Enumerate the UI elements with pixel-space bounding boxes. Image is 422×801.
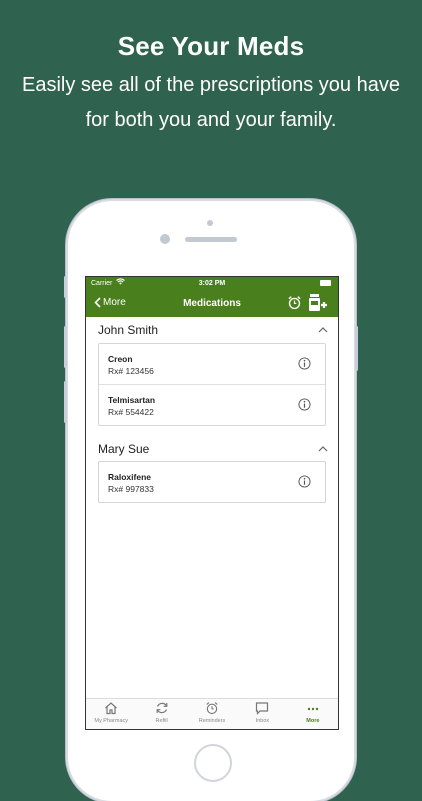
medication-row-creon[interactable]: Creon Rx# 123456 (99, 344, 325, 385)
tab-label: Reminders (198, 718, 226, 724)
phone-side-button (64, 276, 67, 298)
rx-number: Rx# 554422 (108, 407, 154, 417)
medication-row-telmisartan[interactable]: Telmisartan Rx# 554422 (99, 385, 325, 425)
promo-title: See Your Meds (117, 31, 305, 61)
group-name: Mary Sue (98, 442, 150, 456)
add-prescription-icon[interactable] (308, 294, 328, 316)
rx-number: Rx# 997833 (108, 484, 154, 494)
app-screen: Carrier 3:02 PM More Medications John Sm… (85, 276, 339, 730)
group-name: John Smith (98, 323, 159, 337)
medication-name: Telmisartan (108, 395, 156, 405)
info-icon[interactable] (298, 357, 311, 370)
tab-inbox[interactable]: Inbox (237, 699, 287, 729)
home-icon (105, 702, 118, 715)
more-dots-icon (307, 707, 319, 711)
status-bar: Carrier 3:02 PM (86, 278, 338, 290)
medication-card: Creon Rx# 123456 Telmisartan Rx# 554422 (98, 343, 326, 426)
phone-frame: Carrier 3:02 PM More Medications John Sm… (64, 201, 358, 801)
medication-card: Raloxifene Rx# 997833 (98, 461, 326, 503)
chevron-up-icon[interactable] (318, 327, 328, 333)
tab-label: Refill (155, 718, 168, 724)
info-icon[interactable] (298, 398, 311, 411)
chat-bubble-icon (256, 702, 269, 715)
refresh-icon (156, 702, 168, 714)
navigation-bar: More Medications (86, 292, 338, 314)
tab-bar: My Pharmacy Refill Reminders Inbox More (86, 698, 338, 729)
chevron-up-icon[interactable] (318, 446, 328, 452)
app-header: Carrier 3:02 PM More Medications (86, 277, 338, 317)
phone-volume-down-button (64, 381, 67, 423)
medication-name: Raloxifene (108, 472, 151, 482)
tab-reminders[interactable]: Reminders (187, 699, 237, 729)
medication-row-raloxifene[interactable]: Raloxifene Rx# 997833 (99, 462, 325, 502)
phone-volume-up-button (64, 326, 67, 368)
tab-my-pharmacy[interactable]: My Pharmacy (86, 699, 136, 729)
battery-icon (320, 280, 331, 286)
tab-more[interactable]: More (288, 699, 338, 729)
medication-name: Creon (108, 354, 133, 364)
group-header-mary-sue[interactable]: Mary Sue (98, 440, 328, 458)
group-header-john-smith[interactable]: John Smith (98, 321, 328, 339)
alarm-clock-icon (206, 702, 218, 715)
tab-label: My Pharmacy (94, 718, 129, 724)
info-icon[interactable] (298, 475, 311, 488)
phone-camera (160, 234, 170, 244)
status-time: 3:02 PM (198, 280, 226, 287)
tab-label: Inbox (255, 718, 270, 724)
alarm-clock-icon[interactable] (287, 295, 302, 315)
tab-label: More (306, 718, 320, 724)
phone-sensor (207, 220, 213, 226)
rx-number: Rx# 123456 (108, 366, 154, 376)
tab-refill[interactable]: Refill (136, 699, 186, 729)
medications-list: John Smith Creon Rx# 123456 Telmisartan … (86, 317, 338, 699)
promo-subtitle: Easily see all of the prescriptions you … (22, 74, 400, 131)
phone-speaker (185, 237, 237, 242)
phone-power-button (355, 326, 358, 371)
